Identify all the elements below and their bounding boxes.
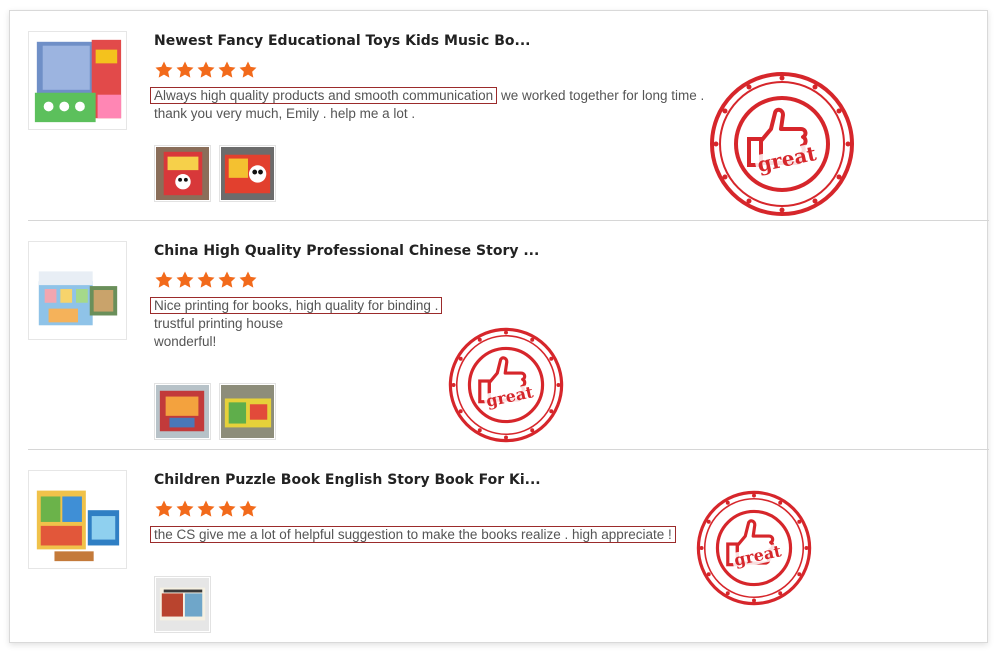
product-title[interactable]: China High Quality Professional Chinese … [154, 241, 854, 261]
star-icon [154, 499, 174, 519]
comment-highlight: Nice printing for books, high quality fo… [150, 297, 443, 314]
reviews-panel: Newest Fancy Educational Toys Kids Music… [9, 10, 989, 644]
review-photos [154, 145, 276, 202]
review-photos [154, 383, 276, 440]
star-icon [154, 270, 174, 290]
star-icon [175, 499, 195, 519]
star-icon [196, 60, 216, 80]
star-icon [175, 270, 195, 290]
review-photo[interactable] [219, 145, 276, 202]
star-icon [196, 499, 216, 519]
review-photo[interactable] [154, 576, 211, 633]
review-photos [154, 576, 211, 633]
star-icon [154, 60, 174, 80]
star-icon [217, 60, 237, 80]
product-thumbnail[interactable] [28, 31, 127, 130]
product-image [29, 471, 126, 568]
review-photo[interactable] [154, 145, 211, 202]
great-stamp: great [709, 71, 855, 217]
star-icon [217, 499, 237, 519]
star-icon [217, 270, 237, 290]
star-icon [238, 270, 258, 290]
product-title[interactable]: Newest Fancy Educational Toys Kids Music… [154, 31, 854, 51]
comment-highlight: the CS give me a lot of helpful suggesti… [150, 526, 676, 543]
thumbs-up-icon [448, 327, 564, 443]
product-thumbnail[interactable] [28, 241, 127, 340]
review-photo[interactable] [154, 383, 211, 440]
star-icon [238, 60, 258, 80]
product-thumbnail[interactable] [28, 470, 127, 569]
great-stamp: great [696, 490, 812, 606]
product-title[interactable]: Children Puzzle Book English Story Book … [154, 470, 854, 490]
star-icon [196, 270, 216, 290]
product-image [29, 242, 126, 339]
star-icon [175, 60, 195, 80]
great-stamp: great [448, 327, 564, 443]
review-item: Children Puzzle Book English Story Book … [28, 450, 989, 644]
comment-highlight: Always high quality products and smooth … [150, 87, 498, 104]
thumbs-up-icon [710, 72, 854, 216]
review-item: China High Quality Professional Chinese … [28, 221, 989, 450]
rating-stars [154, 270, 854, 290]
product-image [29, 32, 126, 129]
comment-rest: we worked together for long time . [497, 88, 705, 103]
review-photo[interactable] [219, 383, 276, 440]
review-item: Newest Fancy Educational Toys Kids Music… [28, 11, 989, 221]
star-icon [238, 499, 258, 519]
